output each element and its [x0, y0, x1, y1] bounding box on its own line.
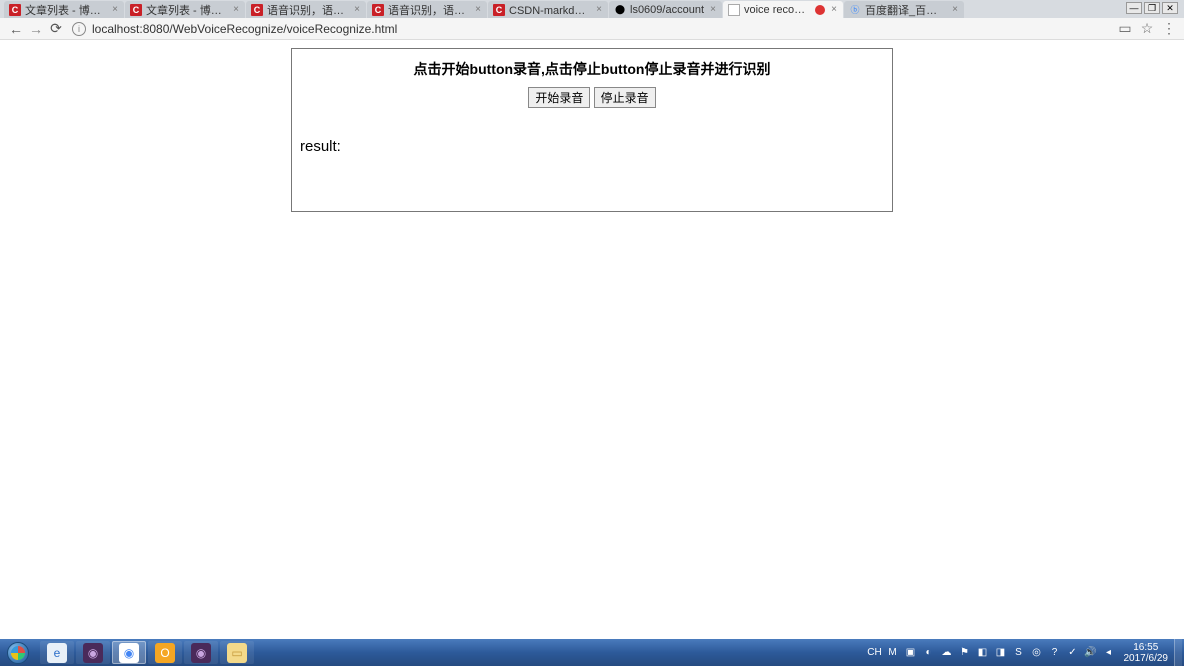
- browser-tab[interactable]: C 语音识别，语义理解一站 ×: [367, 1, 487, 18]
- tab-title: 语音识别，语义理解一站: [388, 2, 469, 18]
- tab-title: 百度翻译_百度搜索: [865, 2, 946, 18]
- site-info-icon[interactable]: i: [72, 22, 86, 36]
- tray-icon-7[interactable]: S: [1011, 645, 1027, 661]
- tray-icon-0[interactable]: M: [885, 645, 901, 661]
- browser-tab[interactable]: ⓑ 百度翻译_百度搜索 ×: [844, 1, 964, 18]
- tab-title: 文章列表 - 博客频道 - C: [146, 2, 227, 18]
- csdn-favicon-icon: C: [251, 4, 263, 16]
- system-tray: CH M▣◐☁⚑◧◨S◎?✓🔊◂ 16:55 2017/6/29: [866, 639, 1184, 666]
- reload-button[interactable]: ⟳: [46, 19, 66, 39]
- tab-title: 文章列表 - 博客频道 - C: [25, 2, 106, 18]
- windows-logo-icon: [7, 642, 29, 664]
- explorer-icon: ▭: [227, 643, 247, 663]
- tray-icon-2[interactable]: ◐: [921, 645, 937, 661]
- tray-icon-9[interactable]: ?: [1047, 645, 1063, 661]
- tray-icon-11[interactable]: 🔊: [1083, 645, 1099, 661]
- window-minimize-button[interactable]: —: [1126, 2, 1142, 14]
- clock-time: 16:55: [1124, 642, 1169, 653]
- taskbar-apps: e ◉ ◉ O ◉ ▭: [40, 641, 254, 664]
- browser-tab-bar: C 文章列表 - 博客频道 - C × C 文章列表 - 博客频道 - C × C 语音识别，…: [0, 0, 1184, 18]
- csdn-favicon-icon: C: [130, 4, 142, 16]
- tab-close-icon[interactable]: ×: [829, 5, 839, 15]
- menu-icon[interactable]: ⋮: [1160, 20, 1178, 38]
- clock-date: 2017/6/29: [1124, 653, 1169, 664]
- browser-toolbar: ← → ⟳ i localhost:8080/WebVoiceRecognize…: [0, 18, 1184, 40]
- outlook-icon: O: [155, 643, 175, 663]
- tray-clock[interactable]: 16:55 2017/6/29: [1118, 642, 1175, 664]
- eclipse2-icon: ◉: [191, 643, 211, 663]
- windows-taskbar: e ◉ ◉ O ◉ ▭ CH M▣◐☁⚑◧◨S◎?✓🔊◂ 16:55 2017/6/29: [0, 639, 1184, 666]
- tray-icon-12[interactable]: ◂: [1101, 645, 1117, 661]
- tray-language-indicator[interactable]: CH: [867, 645, 883, 661]
- browser-tab[interactable]: voice recognize test ×: [723, 1, 843, 18]
- window-controls: — ❐ ✕: [1126, 2, 1178, 14]
- csdn-favicon-icon: C: [372, 4, 384, 16]
- window-close-button[interactable]: ✕: [1162, 2, 1178, 14]
- browser-tab[interactable]: C CSDN-markdown编辑 ×: [488, 1, 608, 18]
- taskbar-app-explorer[interactable]: ▭: [220, 641, 254, 664]
- tray-icon-10[interactable]: ✓: [1065, 645, 1081, 661]
- browser-tab[interactable]: C 语音识别，语义理解一站 ×: [246, 1, 366, 18]
- tab-close-icon[interactable]: ×: [352, 5, 362, 15]
- tray-icon-3[interactable]: ☁: [939, 645, 955, 661]
- tray-icon-8[interactable]: ◎: [1029, 645, 1045, 661]
- tray-icon-5[interactable]: ◧: [975, 645, 991, 661]
- eclipse1-icon: ◉: [83, 643, 103, 663]
- page-content: 点击开始button录音,点击停止button停止录音并进行识别 开始录音 停止…: [0, 40, 1184, 641]
- chrome-icon: ◉: [119, 643, 139, 663]
- tray-icon-1[interactable]: ▣: [903, 645, 919, 661]
- tab-close-icon[interactable]: ×: [473, 5, 483, 15]
- tab-title: 语音识别，语义理解一站: [267, 2, 348, 18]
- stop-record-button[interactable]: 停止录音: [594, 87, 656, 108]
- start-record-button[interactable]: 开始录音: [528, 87, 590, 108]
- ie-icon: e: [47, 643, 67, 663]
- bookmark-star-icon[interactable]: ☆: [1138, 20, 1156, 38]
- tab-title: ls0609/account: [630, 4, 704, 16]
- browser-tab[interactable]: C 文章列表 - 博客频道 - C ×: [4, 1, 124, 18]
- result-label: result:: [300, 138, 884, 155]
- browser-tab[interactable]: C 文章列表 - 博客频道 - C ×: [125, 1, 245, 18]
- github-favicon-icon: ⬤: [614, 4, 626, 16]
- tab-close-icon[interactable]: ×: [708, 5, 718, 15]
- tab-close-icon[interactable]: ×: [231, 5, 241, 15]
- tray-icon-6[interactable]: ◨: [993, 645, 1009, 661]
- browser-tab[interactable]: ⬤ ls0609/account ×: [609, 1, 722, 18]
- back-button[interactable]: ←: [6, 19, 26, 39]
- tab-close-icon[interactable]: ×: [110, 5, 120, 15]
- tab-title: CSDN-markdown编辑: [509, 2, 590, 18]
- baidu-favicon-icon: ⓑ: [849, 4, 861, 16]
- show-desktop-button[interactable]: [1174, 639, 1182, 666]
- taskbar-app-eclipse2[interactable]: ◉: [184, 641, 218, 664]
- translate-icon[interactable]: ▭: [1116, 20, 1134, 38]
- taskbar-app-chrome[interactable]: ◉: [112, 641, 146, 664]
- address-bar[interactable]: i localhost:8080/WebVoiceRecognize/voice…: [72, 22, 1106, 36]
- tab-close-icon[interactable]: ×: [950, 5, 960, 15]
- recording-indicator-icon: [815, 5, 825, 15]
- tray-icon-4[interactable]: ⚑: [957, 645, 973, 661]
- taskbar-app-ie[interactable]: e: [40, 641, 74, 664]
- forward-button[interactable]: →: [26, 19, 46, 39]
- blank-favicon-icon: [728, 4, 740, 16]
- button-row: 开始录音 停止录音: [300, 87, 884, 108]
- csdn-favicon-icon: C: [9, 4, 21, 16]
- instruction-heading: 点击开始button录音,点击停止button停止录音并进行识别: [300, 59, 884, 79]
- csdn-favicon-icon: C: [493, 4, 505, 16]
- window-restore-button[interactable]: ❐: [1144, 2, 1160, 14]
- tab-title: voice recognize test: [744, 4, 811, 16]
- voice-recognize-panel: 点击开始button录音,点击停止button停止录音并进行识别 开始录音 停止…: [291, 48, 893, 212]
- tab-close-icon[interactable]: ×: [594, 5, 604, 15]
- url-text: localhost:8080/WebVoiceRecognize/voiceRe…: [92, 22, 397, 36]
- start-button[interactable]: [0, 639, 36, 666]
- taskbar-app-outlook[interactable]: O: [148, 641, 182, 664]
- taskbar-app-eclipse1[interactable]: ◉: [76, 641, 110, 664]
